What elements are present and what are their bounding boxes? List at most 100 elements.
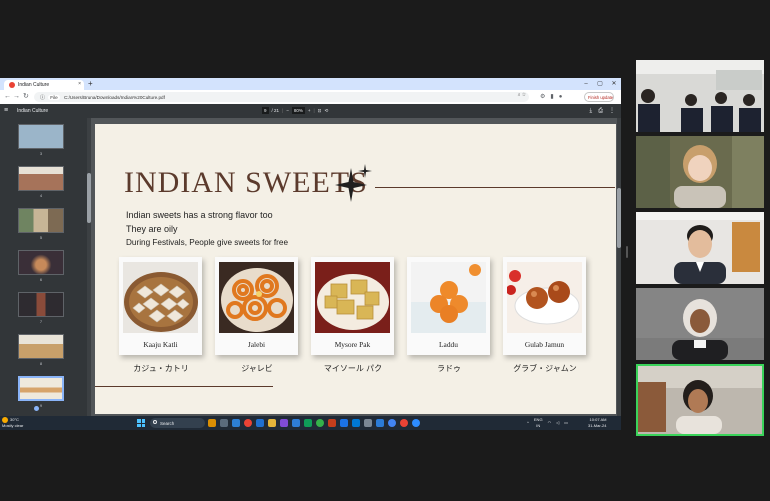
sweet-name: Laddu: [439, 340, 458, 349]
file-chip: File: [48, 95, 60, 100]
sidepanel-icon[interactable]: ▮: [550, 90, 553, 104]
address-bar[interactable]: ⓘ File C:/Users/Bruna/Downloads/Indian%2…: [34, 92, 529, 102]
thumbnail-number: 6: [39, 277, 43, 282]
new-tab-button[interactable]: +: [88, 79, 93, 89]
zoom-input[interactable]: 80%: [291, 107, 305, 114]
more-options-icon[interactable]: ⋮: [609, 104, 615, 118]
app-icon[interactable]: [364, 419, 372, 427]
volume-icon[interactable]: ◁: [556, 420, 559, 426]
laddu-image: [411, 262, 486, 333]
chevron-up-icon[interactable]: ^: [527, 420, 529, 426]
app-icon[interactable]: [388, 419, 396, 427]
sweet-jp-name: ラドゥ: [437, 364, 461, 373]
app-icon[interactable]: [232, 419, 240, 427]
thumbnail-page-7[interactable]: 7: [18, 292, 64, 324]
folder-icon[interactable]: [268, 419, 276, 427]
menu-icon[interactable]: ≡: [4, 104, 8, 118]
participant-video-2[interactable]: [636, 136, 764, 208]
thumbnail-page-6[interactable]: 6: [18, 250, 64, 282]
pdf-actions: ⤓ ⎙ ⋮: [590, 104, 615, 118]
fit-page-icon[interactable]: ⊡: [318, 108, 322, 114]
viewer-scrollbar[interactable]: [617, 118, 621, 416]
app-icon[interactable]: [304, 419, 312, 427]
pdf-toolbar: ≡ Indian Culture 9 / 21 | − 80% + | ⊡ ⟲ …: [0, 104, 621, 118]
thumbnail-page-4[interactable]: 4: [18, 166, 64, 198]
zoom-out-button[interactable]: −: [286, 108, 289, 113]
page-number-input[interactable]: 9: [262, 107, 269, 114]
rotate-icon[interactable]: ⟲: [324, 108, 328, 114]
app-icon[interactable]: [328, 419, 336, 427]
thumbnail-page-9[interactable]: 9: [18, 376, 64, 408]
windows-taskbar: 30°C Mostly clear Search ^ ENG IN ◠ ◁ ▭ …: [0, 416, 621, 430]
browser-tab[interactable]: Indian Culture ×: [4, 80, 84, 90]
thumbnail-page-3[interactable]: 3: [18, 124, 64, 156]
thumbnail-page-5[interactable]: 5: [18, 208, 64, 240]
print-icon[interactable]: ⎙: [598, 104, 603, 118]
sweet-name: Gulab Jamun: [524, 340, 565, 349]
sweet-jp-name: マイソール パク: [323, 364, 383, 373]
app-icon[interactable]: [256, 419, 264, 427]
thumbnail-image: [18, 292, 64, 317]
app-icon[interactable]: [340, 419, 348, 427]
thumbnail-page-8[interactable]: 8: [18, 334, 64, 366]
forward-icon[interactable]: →: [13, 90, 20, 104]
kaaju-katli-image: [123, 262, 198, 333]
sweet-jp-name: ジャレビ: [241, 364, 273, 373]
app-icon[interactable]: [280, 419, 288, 427]
battery-icon[interactable]: ▭: [564, 420, 568, 426]
lang-bottom: IN: [536, 423, 541, 428]
participant-video-3[interactable]: [636, 212, 764, 284]
chrome-icon[interactable]: [400, 419, 408, 427]
extensions-icon[interactable]: ⚙: [540, 90, 545, 104]
tab-close-icon[interactable]: ×: [78, 81, 81, 87]
zoom-in-button[interactable]: +: [308, 108, 311, 113]
reload-icon[interactable]: ↻: [23, 90, 29, 104]
minimize-button[interactable]: –: [579, 78, 593, 90]
back-icon[interactable]: ←: [4, 90, 11, 104]
close-window-button[interactable]: ✕: [607, 78, 621, 90]
panel-resize-handle[interactable]: [626, 246, 628, 258]
participant-video-5-active-speaker[interactable]: [636, 364, 764, 436]
search-placeholder: Search: [160, 420, 175, 426]
thumbnail-number: 3: [39, 151, 43, 156]
participant-video-4[interactable]: [636, 288, 764, 360]
start-button-icon[interactable]: [137, 419, 145, 427]
page-total: / 21: [271, 108, 280, 113]
chrome-icon[interactable]: [244, 419, 252, 427]
sweet-card-mysore-pak: Mysore Pak: [311, 257, 394, 355]
pdf-favicon-icon: [9, 82, 15, 88]
slide-line-3: During Festivals, People give sweets for…: [126, 238, 289, 247]
viewer-scrollbar-thumb[interactable]: [617, 188, 621, 248]
mysore-pak-image: [315, 262, 390, 333]
sweet-name: Mysore Pak: [334, 340, 371, 349]
taskbar-clock[interactable]: 10:07 AM 31-Mar-24: [588, 417, 606, 429]
mail-icon[interactable]: [352, 419, 360, 427]
weather-widget[interactable]: 30°C Mostly clear: [2, 417, 23, 428]
app-icon[interactable]: [292, 419, 300, 427]
finish-update-button[interactable]: Finish update: [584, 92, 614, 102]
profile-avatar-icon[interactable]: ●: [559, 90, 563, 104]
app-icon[interactable]: [208, 419, 216, 427]
app-icon[interactable]: [376, 419, 384, 427]
system-tray: ^ ENG IN ◠ ◁ ▭: [527, 417, 568, 429]
wifi-icon[interactable]: ◠: [548, 420, 552, 426]
slide-line-1: Indian sweets has a strong flavor too: [126, 210, 273, 220]
app-icon[interactable]: [220, 419, 228, 427]
thumbnail-image: [18, 208, 64, 233]
maximize-button[interactable]: ▢: [593, 78, 607, 90]
participant-video-1[interactable]: [636, 60, 764, 132]
browser-toolbar: ← → ↻ ⓘ File C:/Users/Bruna/Downloads/In…: [0, 90, 621, 104]
sweet-card-kaaju-katli: Kaaju Katli: [119, 257, 202, 355]
app-icon[interactable]: [316, 419, 324, 427]
download-icon[interactable]: ⤓: [590, 104, 593, 118]
slide-page: INDIAN SWEETS Indian sweets has a strong…: [95, 124, 616, 414]
zoom-app-icon[interactable]: [412, 419, 420, 427]
toolbar-icons: ⚙ ▮ ●: [540, 90, 562, 104]
taskbar-search-input[interactable]: Search: [150, 418, 205, 428]
thumbnail-sidebar: 3 4 5 6 7 8 9: [0, 118, 87, 416]
pdf-doc-title: Indian Culture: [17, 108, 49, 114]
shared-screen: Indian Culture × + – ▢ ✕ ← → ↻ ⓘ File C:…: [0, 78, 621, 430]
separator: |: [282, 108, 284, 113]
bookmark-star-icon[interactable]: ⌕ ☆: [518, 92, 526, 98]
language-indicator[interactable]: ENG IN: [534, 417, 543, 429]
